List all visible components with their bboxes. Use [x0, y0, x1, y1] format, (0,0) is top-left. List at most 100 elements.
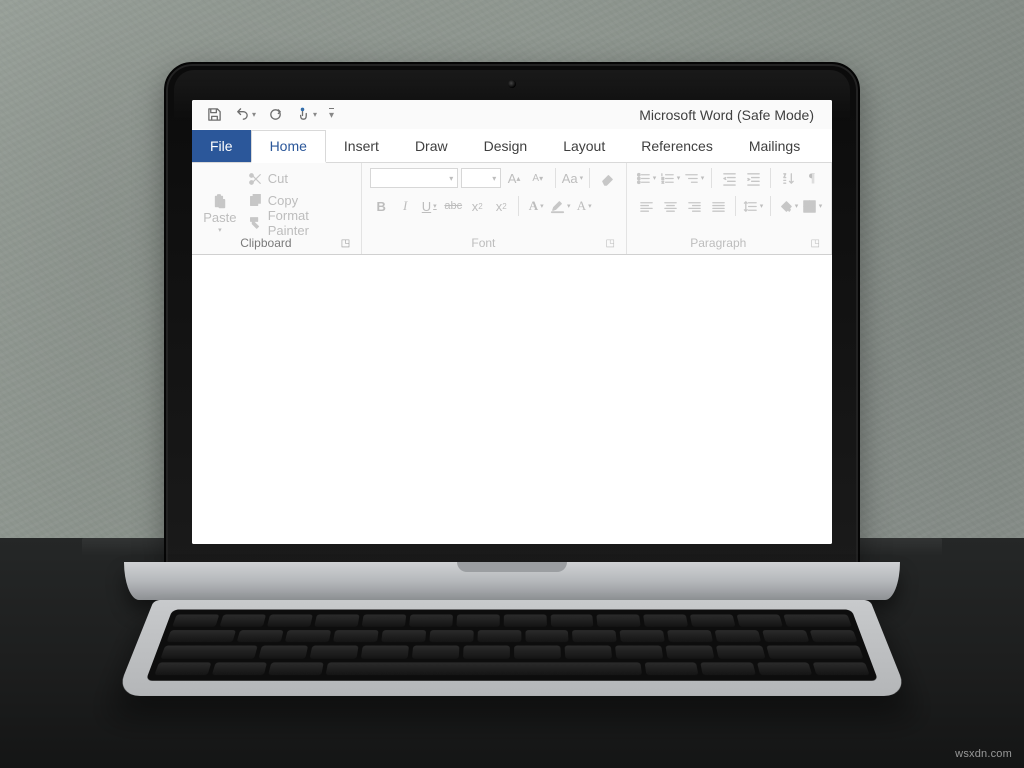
- underline-button[interactable]: U▾: [418, 195, 440, 217]
- undo-icon: [234, 107, 249, 122]
- increase-indent-button[interactable]: [742, 167, 764, 189]
- copy-icon: [248, 194, 262, 208]
- webcam: [508, 80, 516, 88]
- sort-button[interactable]: [777, 167, 799, 189]
- outdent-icon: [722, 171, 737, 186]
- screen: ▾ ▾ ▾ Microsoft Word (Safe Mode): [192, 100, 832, 544]
- ribbon: Paste ▾ Cut Copy: [192, 163, 832, 255]
- shrink-font-label: A: [532, 173, 539, 184]
- separator: [770, 168, 771, 188]
- decrease-indent-button[interactable]: [718, 167, 740, 189]
- separator: [770, 196, 771, 216]
- laptop-hinge: [124, 562, 900, 600]
- font-dialog-launcher[interactable]: ◳: [603, 238, 618, 249]
- multilevel-list-button[interactable]: ▾: [683, 167, 705, 189]
- tab-file[interactable]: File: [192, 130, 251, 162]
- align-center-button[interactable]: [659, 195, 681, 217]
- change-case-label: Aa: [562, 171, 578, 186]
- shading-button[interactable]: ▾: [777, 195, 799, 217]
- font-size-combo[interactable]: ▾: [461, 168, 501, 188]
- line-spacing-button[interactable]: ▾: [742, 195, 764, 217]
- pilcrow-icon: ¶: [809, 170, 815, 186]
- group-paragraph: ▾ ▾ ▾ ¶: [627, 163, 832, 254]
- format-painter-icon: [248, 216, 262, 230]
- superscript-button[interactable]: x2: [490, 195, 512, 217]
- borders-icon: [802, 199, 817, 214]
- chevron-down-icon: ▾: [540, 202, 544, 210]
- laptop-keyboard: [116, 600, 909, 696]
- italic-button[interactable]: I: [394, 195, 416, 217]
- chevron-down-icon: ▾: [819, 202, 823, 210]
- indent-icon: [746, 171, 761, 186]
- keyboard-well: [146, 610, 879, 681]
- tab-layout[interactable]: Layout: [545, 130, 623, 162]
- multilevel-icon: [684, 171, 699, 186]
- clear-formatting-button[interactable]: [596, 167, 618, 189]
- justify-button[interactable]: [707, 195, 729, 217]
- tab-references[interactable]: References: [623, 130, 731, 162]
- touch-mode-button[interactable]: ▾: [290, 104, 322, 125]
- chevron-down-icon: ▾: [449, 174, 453, 183]
- document-canvas[interactable]: [192, 255, 832, 544]
- sort-icon: [781, 171, 796, 186]
- font-color-button[interactable]: A▾: [573, 195, 595, 217]
- tab-mailings[interactable]: Mailings: [731, 130, 818, 162]
- align-left-icon: [639, 199, 654, 214]
- ribbon-tabs: File Home Insert Draw Design Layout Refe…: [192, 130, 832, 163]
- chevron-down-icon: ▾: [653, 174, 657, 182]
- line-spacing-icon: [743, 199, 758, 214]
- group-font-label: Font: [370, 236, 596, 250]
- highlight-icon: [550, 199, 565, 214]
- font-name-combo[interactable]: ▾: [370, 168, 458, 188]
- customize-qat-button[interactable]: ▾: [324, 105, 339, 124]
- format-painter-button[interactable]: Format Painter: [248, 212, 353, 234]
- strike-button[interactable]: abc: [442, 195, 464, 217]
- redo-button[interactable]: [263, 104, 288, 125]
- numbering-button[interactable]: ▾: [659, 167, 681, 189]
- decrease-font-button[interactable]: A▾: [527, 167, 549, 189]
- chevron-down-icon: ▾: [701, 174, 705, 182]
- increase-font-button[interactable]: A▴: [503, 167, 525, 189]
- chevron-down-icon: ▾: [218, 226, 222, 234]
- tab-draw[interactable]: Draw: [397, 130, 466, 162]
- tab-review[interactable]: Review: [818, 130, 832, 162]
- paste-button[interactable]: Paste ▾: [200, 167, 240, 234]
- chevron-down-icon: ▾: [433, 202, 437, 210]
- align-right-button[interactable]: [683, 195, 705, 217]
- subscript-button[interactable]: x2: [466, 195, 488, 217]
- chevron-down-icon: ▾: [677, 174, 681, 182]
- bullets-button[interactable]: ▾: [635, 167, 657, 189]
- cut-button[interactable]: Cut: [248, 168, 353, 190]
- borders-button[interactable]: ▾: [801, 195, 823, 217]
- clipboard-dialog-launcher[interactable]: ◳: [338, 238, 353, 249]
- copy-label: Copy: [268, 193, 298, 208]
- align-left-button[interactable]: [635, 195, 657, 217]
- chevron-down-icon: ▾: [795, 202, 799, 210]
- undo-button[interactable]: ▾: [229, 104, 261, 125]
- chevron-down-icon: ▾: [492, 174, 496, 183]
- save-button[interactable]: [202, 104, 227, 125]
- tab-design[interactable]: Design: [466, 130, 546, 162]
- text-effects-button[interactable]: A▾: [525, 195, 547, 217]
- eraser-icon: [600, 171, 615, 186]
- format-painter-label: Format Painter: [268, 208, 354, 238]
- numbering-icon: [660, 171, 675, 186]
- redo-icon: [268, 107, 283, 122]
- scissors-icon: [248, 172, 262, 186]
- show-marks-button[interactable]: ¶: [801, 167, 823, 189]
- tab-home[interactable]: Home: [251, 130, 326, 163]
- laptop: ▾ ▾ ▾ Microsoft Word (Safe Mode): [124, 62, 900, 732]
- laptop-lid: ▾ ▾ ▾ Microsoft Word (Safe Mode): [164, 62, 860, 572]
- chevron-down-icon: ▾: [580, 174, 584, 182]
- chevron-down-icon: ▾: [760, 202, 764, 210]
- paragraph-dialog-launcher[interactable]: ◳: [808, 238, 823, 249]
- watermark: wsxdn.com: [955, 748, 1012, 760]
- highlight-button[interactable]: ▾: [549, 195, 571, 217]
- separator: [735, 196, 736, 216]
- bold-button[interactable]: B: [370, 195, 392, 217]
- change-case-button[interactable]: Aa▾: [562, 167, 584, 189]
- separator: [589, 168, 590, 188]
- tab-insert[interactable]: Insert: [326, 130, 397, 162]
- window-title: Microsoft Word (Safe Mode): [341, 107, 822, 123]
- separator: [555, 168, 556, 188]
